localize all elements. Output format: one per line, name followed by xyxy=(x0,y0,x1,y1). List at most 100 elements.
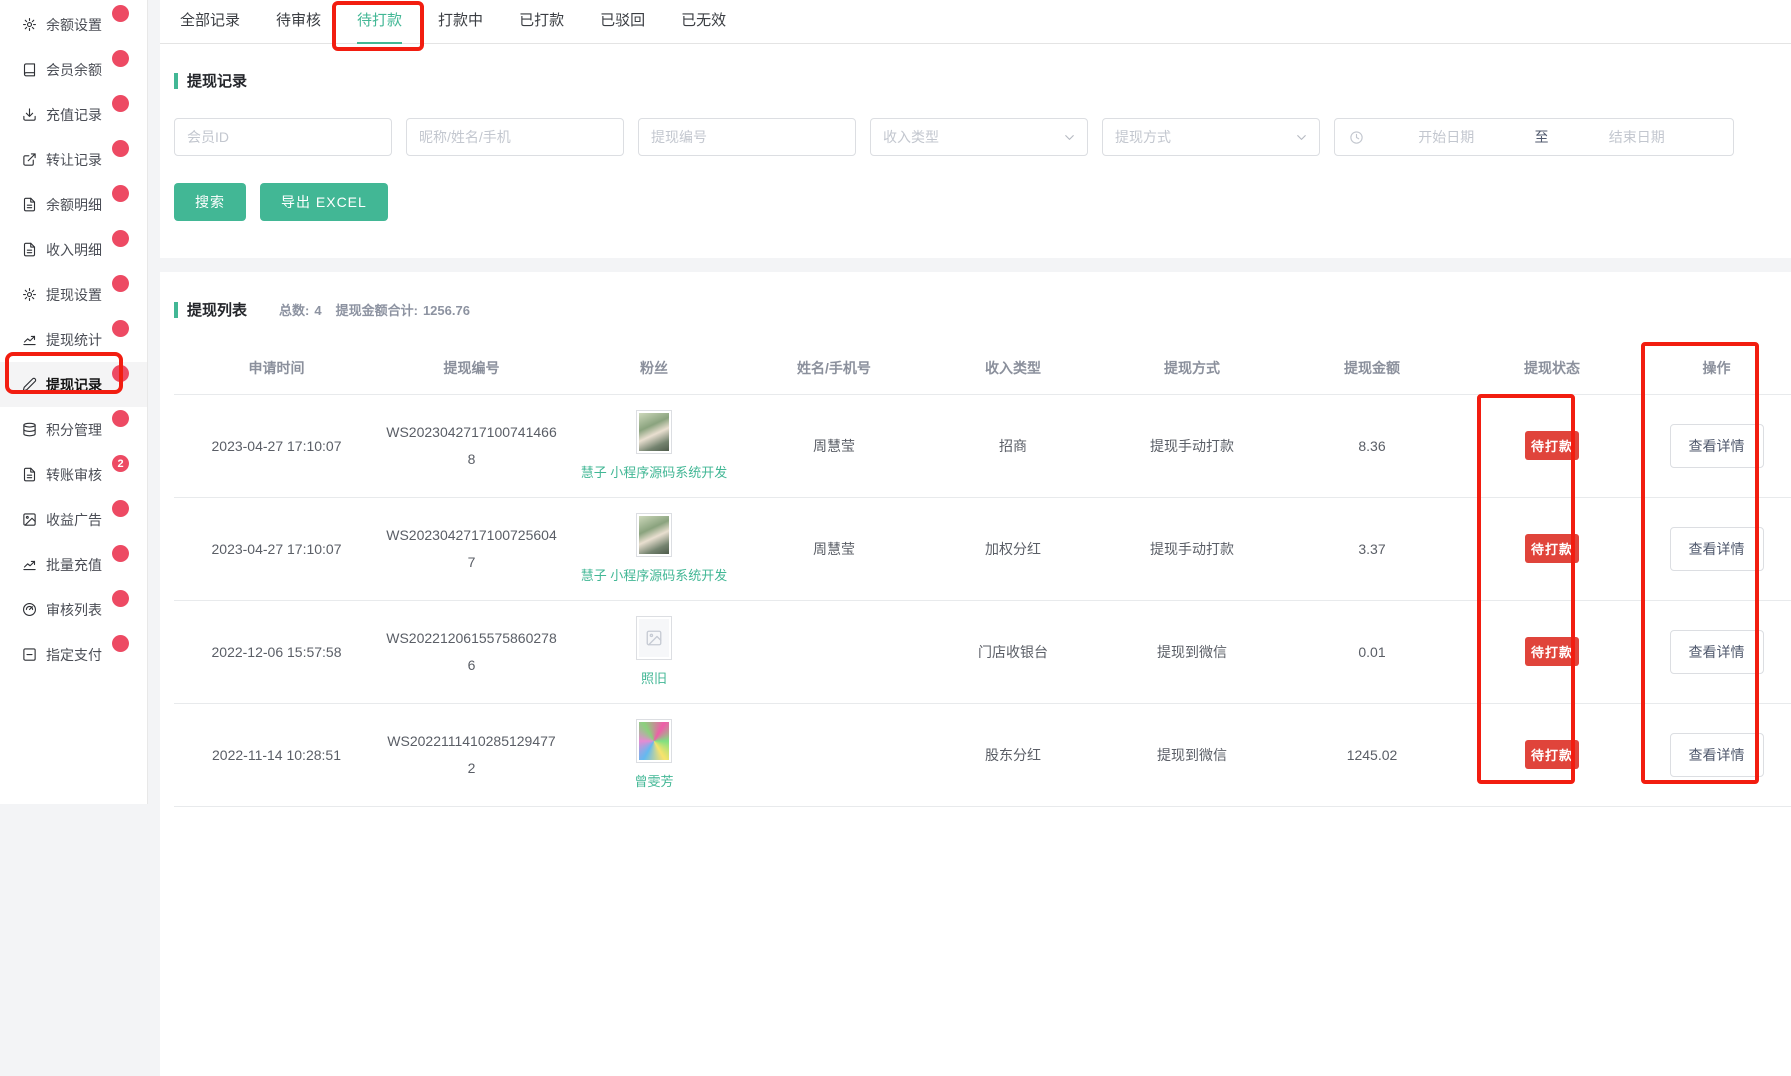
sidebar-item-review-list[interactable]: 审核列表 xyxy=(0,587,147,632)
fan-cell: 照旧 xyxy=(564,600,744,703)
column-header-fan: 粉丝 xyxy=(564,342,744,394)
fan-cell: 慧子 小程序源码系统开发 xyxy=(564,394,744,497)
withdraw-table: 申请时间 提现编号 粉丝 姓名/手机号 收入类型 提现方式 提现金额 提现状态 … xyxy=(174,342,1791,807)
tab-bar: 全部记录 待审核 待打款 打款中 已打款 已驳回 已无效 xyxy=(160,0,1791,44)
sidebar-item-balance-detail[interactable]: 余额明细 xyxy=(0,182,147,227)
status-cell: 待打款 xyxy=(1462,600,1642,703)
income-type-select[interactable]: 收入类型 xyxy=(870,118,1088,156)
end-date-placeholder[interactable]: 结束日期 xyxy=(1555,127,1720,147)
document-icon xyxy=(21,467,37,483)
fan-name-link[interactable]: 慧子 小程序源码系统开发 xyxy=(581,462,728,481)
member-id-input[interactable] xyxy=(174,118,392,156)
withdraw-no-input[interactable] xyxy=(638,118,856,156)
column-header-amount: 提现金额 xyxy=(1282,342,1462,394)
withdraw-table-body: 2023-04-27 17:10:07 WS202304271710074146… xyxy=(174,394,1791,806)
fan-avatar[interactable] xyxy=(636,410,672,454)
withdraw-no-cell: WS20230427171007256047 xyxy=(379,497,564,600)
sidebar-item-member-balance[interactable]: 会员余额 xyxy=(0,47,147,92)
notification-badge xyxy=(112,230,129,247)
fan-name-link[interactable]: 慧子 小程序源码系统开发 xyxy=(581,565,728,584)
list-summary: 总数:4提现金额合计:1256.76 xyxy=(279,300,484,319)
column-header-name-phone: 姓名/手机号 xyxy=(744,342,924,394)
view-details-button[interactable]: 查看详情 xyxy=(1670,630,1764,674)
tab-pending-payment[interactable]: 待打款 xyxy=(353,0,406,43)
tab-paid[interactable]: 已打款 xyxy=(515,0,568,43)
tab-label: 已无效 xyxy=(681,12,726,29)
name-phone-cell: 周慧莹 xyxy=(744,394,924,497)
withdraw-method-cell: 提现手动打款 xyxy=(1102,394,1282,497)
view-details-button[interactable]: 查看详情 xyxy=(1670,527,1764,571)
notification-badge xyxy=(112,50,129,67)
amount-label: 提现金额合计: xyxy=(336,303,418,318)
book-icon xyxy=(21,62,37,78)
chart-icon xyxy=(21,557,37,573)
view-details-button[interactable]: 查看详情 xyxy=(1670,424,1764,468)
sidebar-item-designated-payment[interactable]: 指定支付 xyxy=(0,632,147,677)
sidebar-item-points-management[interactable]: 积分管理 xyxy=(0,407,147,452)
income-type-cell: 招商 xyxy=(924,394,1102,497)
list-header: 提现列表 总数:4提现金额合计:1256.76 xyxy=(174,299,1791,320)
sidebar-item-transfer-review[interactable]: 转账审核 2 xyxy=(0,452,147,497)
start-date-placeholder[interactable]: 开始日期 xyxy=(1364,127,1529,147)
export-excel-button[interactable]: 导出 EXCEL xyxy=(260,183,388,221)
tab-label: 待打款 xyxy=(357,12,402,29)
tab-invalid[interactable]: 已无效 xyxy=(677,0,730,43)
sidebar-item-revenue-ads[interactable]: 收益广告 xyxy=(0,497,147,542)
view-details-button[interactable]: 查看详情 xyxy=(1670,733,1764,777)
fan-name-link[interactable]: 照旧 xyxy=(641,668,667,687)
chevron-down-icon xyxy=(1062,130,1077,145)
table-row: 2022-11-14 10:28:51 WS202211141028512947… xyxy=(174,703,1791,806)
search-button[interactable]: 搜索 xyxy=(174,183,246,221)
external-link-icon xyxy=(21,152,37,168)
column-header-method: 提现方式 xyxy=(1102,342,1282,394)
status-badge: 待打款 xyxy=(1525,637,1579,666)
sidebar-item-label: 积分管理 xyxy=(46,420,102,440)
tab-label: 全部记录 xyxy=(180,12,240,29)
apply-time-cell: 2023-04-27 17:10:07 xyxy=(174,394,379,497)
fan-avatar[interactable] xyxy=(636,616,672,660)
sidebar-item-income-detail[interactable]: 收入明细 xyxy=(0,227,147,272)
income-type-cell: 门店收银台 xyxy=(924,600,1102,703)
sidebar-item-withdraw-settings[interactable]: 提现设置 xyxy=(0,272,147,317)
notification-badge xyxy=(112,590,129,607)
sidebar-item-batch-recharge[interactable]: 批量充值 xyxy=(0,542,147,587)
date-range-picker[interactable]: 开始日期 至 结束日期 xyxy=(1334,118,1734,156)
withdraw-no-cell: WS20221114102851294772 xyxy=(379,703,564,806)
sidebar-item-balance-settings[interactable]: 余额设置 xyxy=(0,2,147,47)
column-header-withdraw-no: 提现编号 xyxy=(379,342,564,394)
table-row: 2023-04-27 17:10:07 WS202304271710074146… xyxy=(174,394,1791,497)
income-type-cell: 股东分红 xyxy=(924,703,1102,806)
status-badge: 待打款 xyxy=(1525,534,1579,563)
sidebar-item-label: 提现设置 xyxy=(46,285,102,305)
withdraw-method-select[interactable]: 提现方式 xyxy=(1102,118,1320,156)
total-count: 4 xyxy=(314,303,321,318)
fan-name-link[interactable]: 曾雯芳 xyxy=(634,771,673,790)
nickname-name-phone-input[interactable] xyxy=(406,118,624,156)
list-title: 提现列表 xyxy=(187,299,247,320)
tab-label: 已打款 xyxy=(519,12,564,29)
clock-icon xyxy=(1349,130,1364,145)
withdraw-method-select-placeholder: 提现方式 xyxy=(1115,127,1171,147)
status-cell: 待打款 xyxy=(1462,497,1642,600)
amount-cell: 1245.02 xyxy=(1282,703,1462,806)
column-header-status: 提现状态 xyxy=(1462,342,1642,394)
sidebar-item-withdraw-stats[interactable]: 提现统计 xyxy=(0,317,147,362)
tab-all-records[interactable]: 全部记录 xyxy=(176,0,244,43)
sidebar-item-withdraw-records[interactable]: 提现记录 xyxy=(0,362,147,407)
sidebar-item-recharge-records[interactable]: 充值记录 xyxy=(0,92,147,137)
sidebar-item-transfer-records[interactable]: 转让记录 xyxy=(0,137,147,182)
document-icon xyxy=(21,197,37,213)
notification-badge xyxy=(112,365,129,382)
tab-pending-review[interactable]: 待审核 xyxy=(272,0,325,43)
column-header-apply-time: 申请时间 xyxy=(174,342,379,394)
apply-time-cell: 2022-12-06 15:57:58 xyxy=(174,600,379,703)
apply-time-cell: 2022-11-14 10:28:51 xyxy=(174,703,379,806)
fan-avatar[interactable] xyxy=(636,719,672,763)
action-cell: 查看详情 xyxy=(1642,703,1791,806)
tab-paying[interactable]: 打款中 xyxy=(434,0,487,43)
tab-rejected[interactable]: 已驳回 xyxy=(596,0,649,43)
page-title: 提现记录 xyxy=(187,70,247,91)
table-row: 2023-04-27 17:10:07 WS202304271710072560… xyxy=(174,497,1791,600)
fan-avatar[interactable] xyxy=(636,513,672,557)
sidebar-item-label: 转账审核 xyxy=(46,465,102,485)
